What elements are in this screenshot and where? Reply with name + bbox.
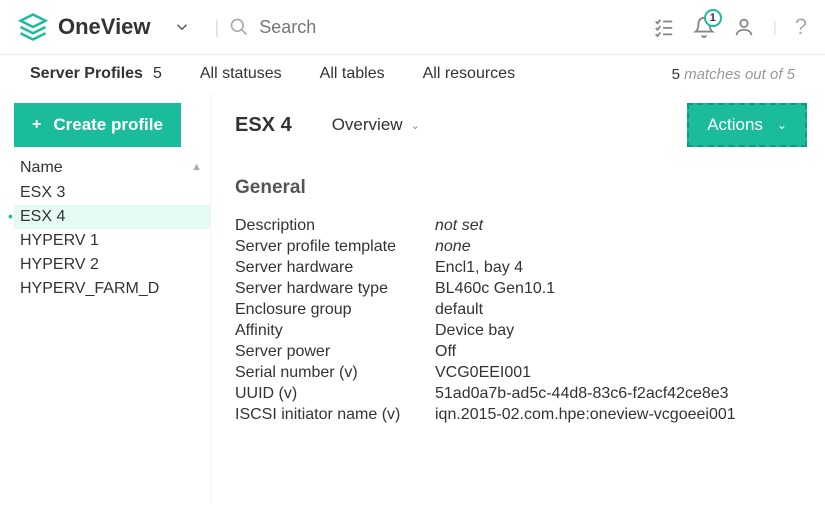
chevron-down-icon[interactable] xyxy=(173,18,191,36)
notification-badge: 1 xyxy=(704,9,722,27)
profile-title: ESX 4 xyxy=(235,114,292,137)
property-value: Encl1, bay 4 xyxy=(435,259,807,277)
property-value: BL460c Gen10.1 xyxy=(435,280,807,298)
property-key: Enclosure group xyxy=(235,301,435,319)
sort-indicator-icon: ▲ xyxy=(191,161,202,173)
filter-tab-statuses[interactable]: All statuses xyxy=(200,65,282,83)
divider: | xyxy=(773,19,777,36)
column-header-label: Name xyxy=(20,159,63,176)
profile-list: ESX 3ESX 4HYPERV 1HYPERV 2HYPERV_FARM_D xyxy=(14,181,210,301)
property-value: none xyxy=(435,238,807,256)
matches-total: 5 xyxy=(787,66,795,83)
property-key: Affinity xyxy=(235,322,435,340)
bell-icon[interactable]: 1 xyxy=(693,16,715,38)
matches-label: matches out of xyxy=(684,66,782,83)
property-key: Server profile template xyxy=(235,238,435,256)
property-value: 51ad0a7b-ad5c-44d8-83c6-f2acf42ce8e3 xyxy=(435,385,807,403)
filter-count: 5 xyxy=(153,65,162,83)
filter-tab-resources[interactable]: All resources xyxy=(423,65,515,83)
filter-tab-tables[interactable]: All tables xyxy=(320,65,385,83)
filter-title-label: Server Profiles xyxy=(30,65,143,83)
divider: | xyxy=(215,17,220,38)
property-value: Off xyxy=(435,343,807,361)
list-item[interactable]: ESX 3 xyxy=(14,181,210,205)
app-title: OneView xyxy=(58,14,151,40)
help-icon[interactable]: ? xyxy=(795,14,807,40)
view-select[interactable]: Overview ⌄ xyxy=(332,115,420,135)
search-wrap: | xyxy=(215,17,380,38)
property-value: default xyxy=(435,301,807,319)
property-key: UUID (v) xyxy=(235,385,435,403)
chevron-down-icon: ⌄ xyxy=(777,118,787,132)
list-item[interactable]: HYPERV_FARM_D xyxy=(14,277,210,301)
plus-icon: + xyxy=(32,116,41,134)
list-item[interactable]: HYPERV 2 xyxy=(14,253,210,277)
list-item[interactable]: ESX 4 xyxy=(14,205,210,229)
main-area: + Create profile Name ▲ ESX 3ESX 4HYPERV… xyxy=(0,93,825,503)
create-profile-button[interactable]: + Create profile xyxy=(14,103,181,147)
header-bar: OneView | 1 | xyxy=(0,0,825,55)
search-icon[interactable] xyxy=(229,17,249,37)
filter-bar: Server Profiles 5 All statuses All table… xyxy=(0,55,825,93)
sidebar: + Create profile Name ▲ ESX 3ESX 4HYPERV… xyxy=(0,93,210,503)
property-value: not set xyxy=(435,217,807,235)
column-header-name[interactable]: Name ▲ xyxy=(14,155,210,181)
section-title-general: General xyxy=(235,177,807,199)
list-item[interactable]: HYPERV 1 xyxy=(14,229,210,253)
property-value: iqn.2015-02.com.hpe:oneview-vcgoeei001 xyxy=(435,406,807,424)
content-panel: ESX 4 Overview ⌄ Actions ⌄ General Descr… xyxy=(210,93,825,503)
property-key: Server hardware xyxy=(235,259,435,277)
property-key: ISCSI initiator name (v) xyxy=(235,406,435,424)
matches-text: 5 matches out of 5 xyxy=(672,66,795,83)
view-select-label: Overview xyxy=(332,115,403,135)
matches-count: 5 xyxy=(672,66,680,83)
create-profile-label: Create profile xyxy=(53,115,163,135)
content-header: ESX 4 Overview ⌄ Actions ⌄ xyxy=(235,103,807,147)
property-key: Server power xyxy=(235,343,435,361)
header-right: 1 | ? xyxy=(653,14,807,40)
actions-label: Actions xyxy=(707,115,763,135)
property-key: Server hardware type xyxy=(235,280,435,298)
property-key: Serial number (v) xyxy=(235,364,435,382)
checklist-icon[interactable] xyxy=(653,16,675,38)
property-key: Description xyxy=(235,217,435,235)
logo-wrap: OneView xyxy=(18,12,151,42)
logo-icon xyxy=(18,12,48,42)
actions-button[interactable]: Actions ⌄ xyxy=(687,103,807,147)
search-input[interactable] xyxy=(259,17,379,38)
general-properties: Descriptionnot setServer profile templat… xyxy=(235,217,807,424)
property-value: Device bay xyxy=(435,322,807,340)
chevron-down-icon: ⌄ xyxy=(411,119,420,132)
filter-title: Server Profiles 5 xyxy=(30,65,162,83)
property-value: VCG0EEI001 xyxy=(435,364,807,382)
user-icon[interactable] xyxy=(733,16,755,38)
